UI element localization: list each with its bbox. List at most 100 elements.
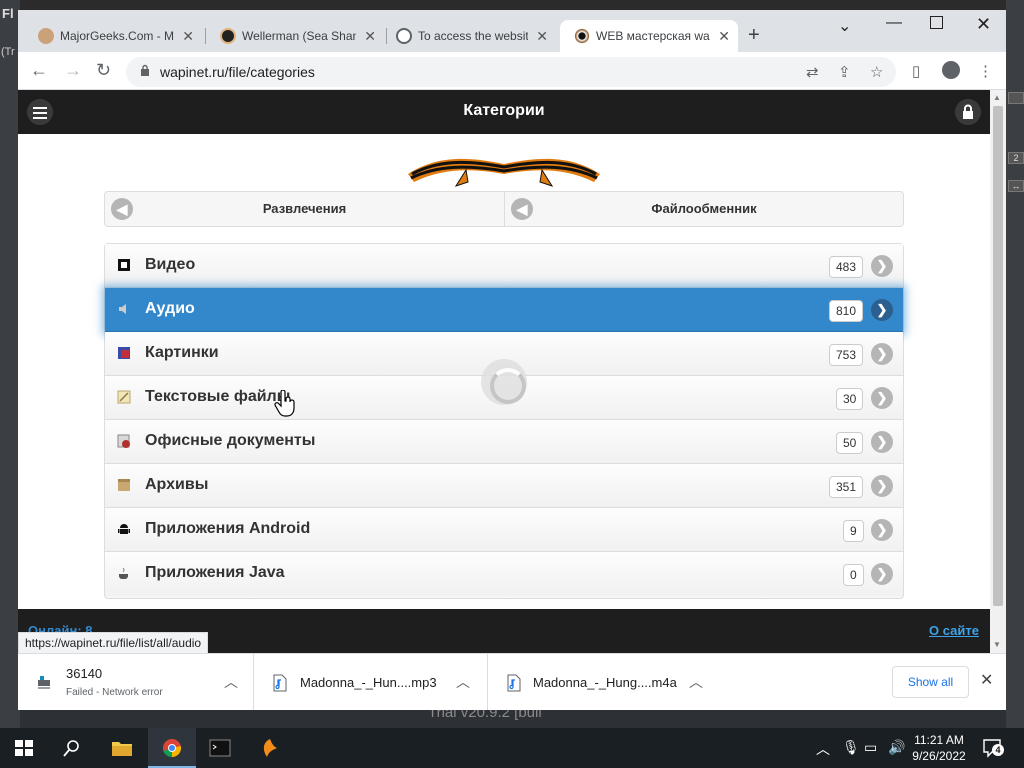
film-icon bbox=[118, 259, 130, 271]
category-label: Текстовые файлы bbox=[145, 388, 291, 405]
breadcrumb-item-file-exchange[interactable]: ◀ Файлообменник bbox=[504, 192, 903, 226]
download-shelf: 36140 Failed - Network error ︿ Madonna_-… bbox=[18, 653, 1006, 710]
address-bar[interactable]: wapinet.ru/file/categories ⇄ ⇪ ☆ bbox=[126, 57, 896, 87]
profile-avatar-icon[interactable] bbox=[942, 61, 960, 79]
count-badge: 753 bbox=[829, 344, 864, 366]
category-java-apps[interactable]: Приложения Java 0 ❯ bbox=[105, 552, 903, 596]
lock-icon[interactable] bbox=[140, 64, 150, 76]
fl-panel-button: ↔ bbox=[1008, 180, 1024, 192]
text-file-icon bbox=[117, 390, 131, 404]
show-all-downloads-button[interactable]: Show all bbox=[892, 666, 969, 698]
start-button[interactable] bbox=[0, 728, 48, 768]
avatar-favicon-icon bbox=[220, 28, 236, 44]
terminal-taskbar-button[interactable] bbox=[196, 728, 244, 768]
count-badge: 0 bbox=[843, 564, 864, 586]
login-lock-button[interactable] bbox=[955, 99, 981, 125]
category-label: Аудио bbox=[145, 300, 195, 317]
close-icon[interactable]: ✕ bbox=[536, 20, 548, 52]
translate-icon[interactable]: ⇄ bbox=[806, 63, 819, 81]
download-item[interactable]: 36140 Failed - Network error ︿ bbox=[18, 654, 254, 710]
tab-access-website[interactable]: To access the website ✕ bbox=[382, 20, 556, 52]
breadcrumb-label: Файлообменник bbox=[651, 201, 757, 216]
count-badge: 810 bbox=[829, 300, 864, 322]
close-download-shelf-icon[interactable]: ✕ bbox=[980, 670, 993, 690]
search-button[interactable] bbox=[48, 728, 96, 768]
maximize-button[interactable] bbox=[930, 16, 943, 29]
archive-icon bbox=[118, 479, 130, 491]
category-video[interactable]: Видео 483 ❯ bbox=[105, 244, 903, 288]
tab-wapinet[interactable]: WEB мастерская wap ✕ bbox=[560, 20, 738, 52]
forward-icon[interactable]: → bbox=[64, 60, 82, 81]
tab-title: MajorGeeks.Com - M bbox=[60, 29, 174, 43]
back-icon[interactable]: ← bbox=[30, 60, 48, 81]
close-icon[interactable]: ✕ bbox=[182, 20, 194, 52]
reload-icon[interactable]: ↻ bbox=[96, 60, 111, 81]
page-title: Категории bbox=[463, 102, 545, 119]
bookmark-star-icon[interactable]: ☆ bbox=[870, 63, 883, 81]
search-icon bbox=[63, 740, 79, 757]
download-item[interactable]: Madonna_-_Hun....mp3 ︿ bbox=[254, 654, 488, 710]
padlock-icon bbox=[963, 104, 973, 119]
count-badge: 9 bbox=[843, 520, 864, 542]
count-badge: 483 bbox=[829, 256, 864, 278]
share-icon[interactable]: ⇪ bbox=[838, 63, 851, 81]
folder-icon bbox=[112, 742, 132, 756]
tab-search-icon[interactable]: ⌄ bbox=[838, 16, 851, 36]
web-page: Категории ◀ Развлечения ◀ Файлообменник bbox=[18, 90, 990, 653]
chevron-right-icon: ❯ bbox=[871, 299, 893, 321]
fl-studio-taskbar-button[interactable] bbox=[246, 728, 294, 768]
download-name: Madonna_-_Hung....m4a bbox=[533, 675, 677, 690]
category-archives[interactable]: Архивы 351 ❯ bbox=[105, 464, 903, 508]
windows-logo-icon bbox=[15, 740, 33, 756]
side-panel-icon[interactable]: ▯ bbox=[912, 62, 920, 80]
scroll-up-icon[interactable]: ▲ bbox=[993, 93, 1001, 102]
chrome-taskbar-button[interactable] bbox=[148, 728, 196, 768]
new-tab-button[interactable]: + bbox=[748, 24, 760, 47]
chevron-up-icon[interactable]: ︿ bbox=[689, 672, 703, 692]
chrome-icon bbox=[163, 739, 182, 758]
chevron-up-icon[interactable]: ︿ bbox=[224, 672, 238, 692]
url-text[interactable]: wapinet.ru/file/categories bbox=[160, 64, 315, 80]
count-badge: 50 bbox=[836, 432, 864, 454]
close-window-button[interactable]: ✕ bbox=[976, 14, 991, 35]
about-link[interactable]: О сайте bbox=[929, 623, 979, 638]
android-icon bbox=[118, 524, 130, 534]
chevron-right-icon: ❯ bbox=[871, 255, 893, 277]
fl-studio-bottom: Trial v20.9.2 [buil bbox=[20, 704, 1006, 728]
notification-center-button[interactable]: 4 bbox=[982, 738, 1004, 758]
vertical-scrollbar[interactable]: ▲ ▼ bbox=[990, 90, 1006, 653]
menu-dots-icon[interactable]: ⋮ bbox=[978, 62, 993, 80]
volume-icon[interactable]: 🔊 bbox=[888, 739, 905, 756]
breadcrumb-item-entertainment[interactable]: ◀ Развлечения bbox=[105, 192, 504, 226]
chrome-window: MajorGeeks.Com - M ✕ Wellerman (Sea Shan… bbox=[18, 10, 1006, 710]
category-list: Видео 483 ❯ Аудио 810 ❯ Картинки 753 ❯ Т… bbox=[104, 243, 904, 599]
arrow-left-icon: ◀ bbox=[111, 198, 133, 220]
tab-wellerman[interactable]: Wellerman (Sea Shan ✕ bbox=[206, 20, 384, 52]
download-item[interactable]: Madonna_-_Hung....m4a ︿ bbox=[488, 654, 722, 710]
tab-title: Wellerman (Sea Shan bbox=[242, 29, 356, 43]
clock-time: 11:21 AM bbox=[914, 733, 964, 747]
network-icon[interactable]: ▭ bbox=[864, 739, 877, 756]
category-office-documents[interactable]: Офисные документы 50 ❯ bbox=[105, 420, 903, 464]
category-audio[interactable]: Аудио 810 ❯ bbox=[105, 288, 903, 332]
windows-taskbar: ︿ 🎙 ▭ 🔊 11:21 AM 9/26/2022 4 bbox=[0, 728, 1024, 768]
fl-studio-icon bbox=[263, 739, 277, 757]
file-explorer-button[interactable] bbox=[98, 728, 146, 768]
count-badge: 351 bbox=[829, 476, 864, 498]
scroll-down-icon[interactable]: ▼ bbox=[993, 640, 1001, 649]
fl-panel-button bbox=[1008, 92, 1024, 104]
category-android-apps[interactable]: Приложения Android 9 ❯ bbox=[105, 508, 903, 552]
tab-majorgeeks[interactable]: MajorGeeks.Com - M ✕ bbox=[24, 20, 202, 52]
tray-chevron-up-icon[interactable]: ︿ bbox=[816, 739, 830, 759]
system-clock[interactable]: 11:21 AM 9/26/2022 bbox=[908, 732, 970, 764]
chevron-up-icon[interactable]: ︿ bbox=[456, 672, 470, 692]
close-icon[interactable]: ✕ bbox=[364, 20, 376, 52]
audio-file-icon bbox=[273, 674, 287, 692]
close-icon[interactable]: ✕ bbox=[718, 20, 730, 52]
microphone-icon[interactable]: 🎙 bbox=[842, 739, 860, 756]
chevron-right-icon: ❯ bbox=[871, 431, 893, 453]
minimize-button[interactable]: — bbox=[886, 14, 902, 32]
status-bar-url: https://wapinet.ru/file/list/all/audio bbox=[18, 632, 209, 654]
scrollbar-thumb[interactable] bbox=[993, 106, 1003, 606]
count-badge: 30 bbox=[836, 388, 864, 410]
